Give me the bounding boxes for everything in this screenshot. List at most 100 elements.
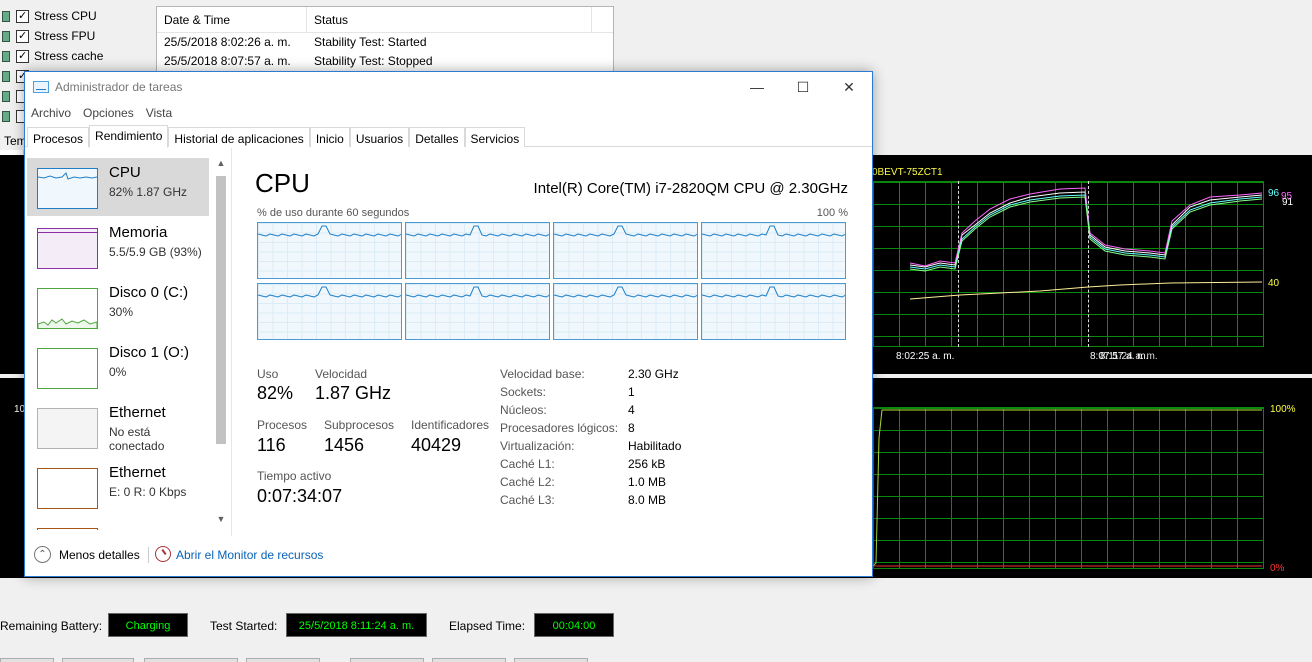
- tab-detalles[interactable]: Detalles: [409, 127, 465, 147]
- spec-value: 1.0 MB: [628, 475, 667, 489]
- sidebar-scrollbar[interactable]: ▲ ▼: [213, 158, 229, 530]
- spec-key: Caché L1:: [500, 457, 555, 471]
- bottom-button[interactable]: [350, 658, 424, 662]
- uso-label: Uso: [257, 367, 279, 381]
- bottom-button[interactable]: [432, 658, 506, 662]
- performance-panel: CPU 82% 1.87 GHz Memoria 5.5/5.9 GB (93%…: [25, 148, 872, 536]
- stress-cache-option[interactable]: Stress cache: [0, 46, 155, 66]
- subprocesos-label: Subprocesos: [324, 418, 395, 432]
- usage-graph-caption: % de uso durante 60 segundos: [257, 207, 410, 219]
- tab-servicios[interactable]: Servicios: [464, 127, 526, 147]
- core-usage-line: [702, 286, 845, 298]
- spec-value: 8: [628, 421, 635, 435]
- stress-fpu-label: Stress FPU: [34, 29, 96, 43]
- scroll-thumb[interactable]: [216, 176, 226, 444]
- cpu-model-name: Intel(R) Core(TM) i7-2820QM CPU @ 2.30GH…: [533, 180, 848, 197]
- status-bar: Remaining Battery: Charging Test Started…: [0, 604, 1312, 642]
- maximize-button[interactable]: ☐: [780, 72, 826, 102]
- title-bar[interactable]: Administrador de tareas — ☐ ✕: [25, 72, 872, 102]
- stress-fpu-checkbox[interactable]: [16, 29, 29, 43]
- sidebar-memoria-sub: 5.5/5.9 GB (93%): [109, 245, 202, 259]
- spec-value: 256 kB: [628, 457, 666, 471]
- scroll-up-arrow[interactable]: ▲: [213, 158, 229, 172]
- cpu-heading: CPU: [255, 168, 310, 198]
- sidebar-disco0-name: Disco 0 (C:): [109, 284, 189, 301]
- core-usage-line: [554, 286, 697, 298]
- cache-icon: [2, 50, 10, 62]
- window-title: Administrador de tareas: [55, 80, 183, 94]
- disk0-thumbnail-line: [37, 318, 98, 328]
- bottom-button[interactable]: [62, 658, 134, 662]
- subprocesos-value: 1456: [324, 435, 365, 455]
- tab-rendimiento[interactable]: Rendimiento: [89, 125, 169, 148]
- bottom-buttons: [0, 654, 1312, 662]
- sidebar-item-memoria[interactable]: Memoria 5.5/5.9 GB (93%): [27, 218, 209, 276]
- close-button[interactable]: ✕: [826, 72, 872, 102]
- sidebar-item-ethernet-1[interactable]: Ethernet No está conectado: [27, 398, 209, 456]
- sidebar-item-disco0[interactable]: Disco 0 (C:) 30%: [27, 278, 209, 336]
- tab-usuarios[interactable]: Usuarios: [349, 127, 410, 147]
- resource-monitor-icon: [155, 546, 171, 562]
- memory-fill: [38, 232, 97, 268]
- stress-cpu-checkbox[interactable]: [16, 9, 29, 23]
- fewer-details-button[interactable]: Menos detalles: [59, 548, 140, 562]
- temperatures-tab[interactable]: Tem: [0, 134, 27, 152]
- sidebar-disco1-sub: 0%: [109, 365, 127, 379]
- resource-monitor-link[interactable]: Abrir el Monitor de recursos: [176, 548, 323, 562]
- battery-value: Charging: [108, 613, 188, 637]
- collapse-chevron-icon[interactable]: ⌃: [34, 546, 51, 563]
- tab-historial[interactable]: Historial de aplicaciones: [168, 127, 310, 147]
- scroll-down-arrow[interactable]: ▼: [213, 514, 229, 528]
- uso-value: 82%: [257, 383, 294, 403]
- sidebar-item-disco1[interactable]: Disco 1 (O:) 0%: [27, 338, 209, 396]
- log-row[interactable]: 25/5/2018 8:02:26 a. m. Stability Test: …: [157, 33, 613, 52]
- sidebar-ethernet1-name: Ethernet: [109, 404, 166, 421]
- log-header-datetime[interactable]: Date & Time: [157, 7, 307, 32]
- test-started-value: 25/5/2018 8:11:24 a. m.: [286, 613, 427, 637]
- tab-inicio[interactable]: Inicio: [309, 127, 350, 147]
- cpu-detail: CPU Intel(R) Core(TM) i7-2820QM CPU @ 2.…: [254, 148, 854, 536]
- sidebar-item-ethernet-2[interactable]: Ethernet E: 0 R: 0 Kbps: [27, 458, 209, 516]
- elapsed-time-label: Elapsed Time:: [449, 619, 526, 633]
- logical-processor-graph: [257, 283, 402, 340]
- cpu-thumbnail: [37, 168, 98, 209]
- disk-icon: [2, 90, 10, 102]
- menu-vista[interactable]: Vista: [146, 106, 172, 120]
- cpu-icon: [2, 10, 10, 22]
- gpu-icon: [2, 110, 10, 122]
- core-usage-line: [554, 225, 697, 237]
- log-row[interactable]: 25/5/2018 8:07:57 a. m. Stability Test: …: [157, 52, 613, 71]
- bottom-button[interactable]: [246, 658, 320, 662]
- cpu-usage-series: [872, 409, 1262, 567]
- logical-processor-graphs[interactable]: [257, 222, 848, 340]
- minimize-button[interactable]: —: [734, 72, 780, 102]
- menu-archivo[interactable]: Archivo: [31, 106, 71, 120]
- panel-divider: [231, 148, 232, 536]
- sidebar-item-partial[interactable]: [27, 518, 209, 530]
- sidebar-item-cpu[interactable]: CPU 82% 1.87 GHz: [27, 158, 209, 216]
- spec-key: Velocidad base:: [500, 367, 585, 381]
- spec-key: Virtualización:: [500, 439, 575, 453]
- fpu-icon: [2, 30, 10, 42]
- stress-fpu-option[interactable]: Stress FPU: [0, 26, 155, 46]
- sidebar-disco0-sub: 30%: [109, 305, 134, 319]
- stress-cache-checkbox[interactable]: [16, 49, 29, 63]
- cpu-thumbnail-line: [37, 172, 98, 180]
- sidebar-ethernet1-sub: No está conectado: [109, 425, 165, 453]
- bottom-button[interactable]: [514, 658, 588, 662]
- temp-time-start: 8:02:25 a. m.: [896, 351, 955, 362]
- stress-cpu-option[interactable]: Stress CPU: [0, 6, 155, 26]
- tab-procesos[interactable]: Procesos: [27, 127, 90, 147]
- stress-cpu-label: Stress CPU: [34, 9, 97, 23]
- log-header-status[interactable]: Status: [307, 7, 592, 32]
- temp-label-40: 40: [1268, 278, 1280, 289]
- spec-key: Caché L3:: [500, 493, 555, 507]
- bottom-button[interactable]: [144, 658, 238, 662]
- core-usage-series: [258, 225, 401, 237]
- menu-opciones[interactable]: Opciones: [83, 106, 134, 120]
- spec-key: Núcleos:: [500, 403, 547, 417]
- logical-processor-graph: [405, 283, 550, 340]
- logical-processor-graph: [701, 283, 846, 340]
- bottom-button[interactable]: [0, 658, 54, 662]
- spec-value: 4: [628, 403, 635, 417]
